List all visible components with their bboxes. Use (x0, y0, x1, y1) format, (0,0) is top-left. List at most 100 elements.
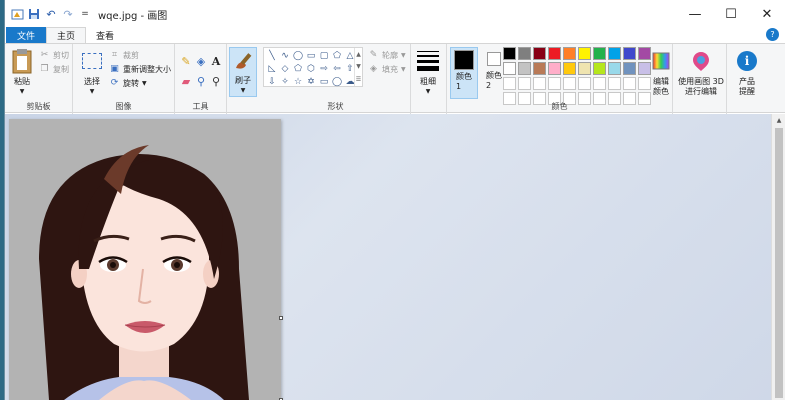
save-icon[interactable] (27, 7, 41, 21)
tab-file[interactable]: 文件 (6, 27, 46, 43)
magnifier-icon[interactable]: ⚲ (209, 74, 223, 88)
paint3d-button[interactable]: 使用画图 3D 进行编辑 (677, 47, 725, 97)
callout-oval-shape-icon[interactable]: ◯ (331, 76, 343, 88)
down-arrow-shape-icon[interactable]: ⇩ (266, 76, 278, 88)
tab-home[interactable]: 主页 (46, 27, 87, 43)
scroll-up-icon[interactable]: ▲ (772, 114, 785, 126)
palette-color-swatch[interactable] (608, 77, 621, 90)
window-controls: — ☐ ✕ (677, 0, 785, 28)
six-point-star-shape-icon[interactable]: ✡ (305, 76, 317, 88)
paint-app-icon[interactable] (10, 7, 24, 21)
palette-color-swatch[interactable] (518, 47, 531, 60)
rotate-button[interactable]: ⟳ 旋转 ▼ (109, 76, 147, 90)
palette-color-swatch[interactable] (563, 62, 576, 75)
four-point-star-shape-icon[interactable]: ✧ (279, 76, 291, 88)
fill-dropdown-icon: ▼ (401, 65, 406, 73)
palette-color-swatch[interactable] (623, 77, 636, 90)
close-button[interactable]: ✕ (749, 0, 785, 28)
color2-swatch (487, 52, 501, 66)
palette-color-swatch[interactable] (548, 62, 561, 75)
canvas-image[interactable] (9, 119, 281, 400)
maximize-button[interactable]: ☐ (713, 0, 749, 28)
edit-colors-button[interactable]: 编辑颜色 (649, 47, 673, 97)
oval-shape-icon[interactable]: ◯ (292, 50, 304, 62)
resize-handle-right[interactable] (279, 316, 283, 320)
size-button[interactable]: 粗细 ▼ (415, 47, 441, 97)
palette-color-swatch[interactable] (518, 77, 531, 90)
tab-view[interactable]: 查看 (86, 27, 124, 43)
fill-bucket-icon[interactable]: ◈ (194, 54, 208, 68)
palette-color-swatch[interactable] (563, 47, 576, 60)
diamond-shape-icon[interactable]: ◇ (279, 63, 291, 75)
pentagon-shape-icon[interactable]: ⬠ (292, 63, 304, 75)
copy-icon: ❐ (40, 64, 49, 74)
right-arrow-shape-icon[interactable]: ⇨ (318, 63, 330, 75)
resize-button[interactable]: ▣ 重新调整大小 (109, 62, 171, 76)
line-shape-icon[interactable]: ╲ (266, 50, 278, 62)
vertical-scrollbar[interactable]: ▲ (771, 114, 785, 400)
redo-icon[interactable]: ↷ (61, 7, 75, 21)
select-label: 选择 (84, 77, 100, 86)
shapes-scroll[interactable]: ▲ ▼ ☰ (354, 48, 362, 86)
color1-button[interactable]: 颜色 1 (450, 47, 478, 99)
palette-color-swatch[interactable] (578, 62, 591, 75)
text-tool-icon[interactable]: A (209, 54, 223, 68)
palette-color-swatch[interactable] (593, 77, 606, 90)
help-icon[interactable]: ? (766, 28, 779, 41)
info-icon: i (734, 47, 760, 75)
edit-colors-label: 编辑颜色 (653, 77, 669, 96)
polygon-shape-icon[interactable]: ⬠ (331, 50, 343, 62)
hexagon-shape-icon[interactable]: ⬡ (305, 63, 317, 75)
rotate-label: 旋转 (123, 78, 139, 88)
select-rectangle-icon (79, 47, 105, 75)
select-button[interactable]: 选择 ▼ (79, 47, 105, 97)
palette-color-swatch[interactable] (608, 47, 621, 60)
callout-rect-shape-icon[interactable]: ▭ (318, 76, 330, 88)
minimize-button[interactable]: — (677, 0, 713, 28)
palette-color-swatch[interactable] (518, 62, 531, 75)
fill-label: 填充 (382, 64, 398, 74)
pencil-icon[interactable]: ✎ (179, 54, 193, 68)
left-arrow-shape-icon[interactable]: ⇦ (331, 63, 343, 75)
palette-color-swatch[interactable] (578, 47, 591, 60)
chevron-up-icon[interactable]: ▲ (356, 51, 361, 58)
customize-quick-access-icon[interactable]: = (78, 7, 92, 21)
outline-button[interactable]: ✎ 轮廓 ▼ (368, 48, 406, 62)
paste-button[interactable]: 粘贴 ▼ (9, 47, 35, 97)
curve-shape-icon[interactable]: ∿ (279, 50, 291, 62)
palette-color-swatch[interactable] (503, 62, 516, 75)
palette-color-swatch[interactable] (623, 62, 636, 75)
brush-button[interactable]: 刷子 ▼ (229, 47, 257, 97)
rounded-rectangle-shape-icon[interactable]: ▢ (318, 50, 330, 62)
palette-color-swatch[interactable] (548, 77, 561, 90)
product-alert-button[interactable]: i 产品提醒 (731, 47, 763, 97)
palette-color-swatch[interactable] (533, 77, 546, 90)
palette-color-swatch[interactable] (548, 47, 561, 60)
chevron-down-icon[interactable]: ▼ (356, 63, 361, 70)
palette-color-swatch[interactable] (503, 77, 516, 90)
palette-color-swatch[interactable] (593, 47, 606, 60)
title-bar: ↶ ↷ = wqe.jpg - 画图 — ☐ ✕ (5, 0, 785, 28)
size-dropdown-icon: ▼ (425, 88, 431, 95)
brush-group: 刷子 ▼ (227, 44, 261, 114)
palette-color-swatch[interactable] (563, 77, 576, 90)
shapes-expand-icon[interactable]: ☰ (356, 76, 361, 83)
undo-icon[interactable]: ↶ (44, 7, 58, 21)
fill-button[interactable]: ◈ 填充 ▼ (368, 62, 406, 76)
crop-button[interactable]: ⌗ 裁剪 (109, 48, 139, 62)
cut-button[interactable]: ✂ 剪切 (39, 48, 69, 62)
palette-color-swatch[interactable] (623, 47, 636, 60)
palette-color-swatch[interactable] (593, 62, 606, 75)
color-picker-icon[interactable]: ⚲ (194, 74, 208, 88)
palette-color-swatch[interactable] (533, 62, 546, 75)
scroll-thumb[interactable] (775, 128, 783, 398)
five-point-star-shape-icon[interactable]: ☆ (292, 76, 304, 88)
palette-color-swatch[interactable] (533, 47, 546, 60)
right-triangle-shape-icon[interactable]: ◺ (266, 63, 278, 75)
palette-color-swatch[interactable] (608, 62, 621, 75)
rectangle-shape-icon[interactable]: ▭ (305, 50, 317, 62)
copy-button[interactable]: ❐ 复制 (39, 62, 69, 76)
palette-color-swatch[interactable] (503, 47, 516, 60)
palette-color-swatch[interactable] (578, 77, 591, 90)
eraser-icon[interactable]: ▰ (179, 74, 193, 88)
